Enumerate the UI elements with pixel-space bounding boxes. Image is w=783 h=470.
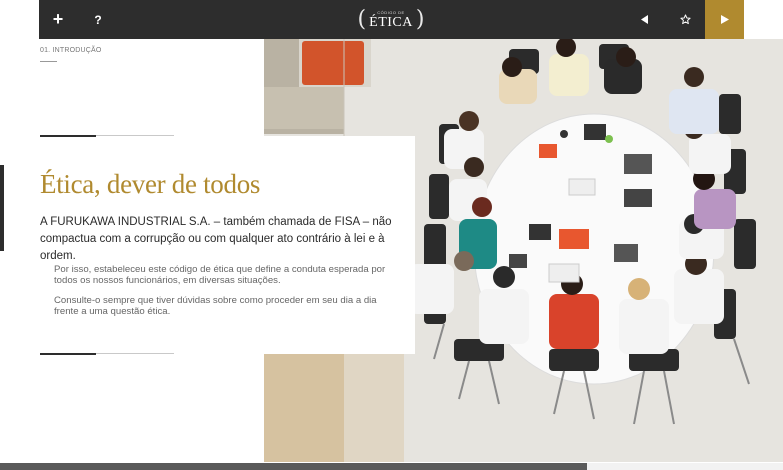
logo-paren-close: ) — [415, 7, 425, 32]
next-arrow-icon — [720, 15, 729, 24]
prev-arrow-icon — [641, 15, 648, 24]
left-accent-bar — [0, 165, 4, 251]
help-icon: ? — [94, 12, 102, 27]
breadcrumb-underline — [40, 61, 57, 62]
menu-plus-button[interactable]: + — [39, 0, 77, 39]
page-title: Ética, dever de todos — [40, 169, 261, 199]
logo-title: ÉTICA — [369, 15, 413, 30]
logo-paren-open: ( — [357, 7, 367, 32]
card-bottom-rule — [40, 353, 174, 355]
star-icon — [679, 14, 691, 25]
previous-page-button[interactable] — [626, 0, 664, 39]
breadcrumb: 01. INTRODUÇÃO — [40, 47, 102, 54]
intro-card: Ética, dever de todos A FURUKAWA INDUSTR… — [40, 135, 415, 355]
progress-bar-fill — [0, 463, 588, 470]
next-page-button[interactable] — [705, 0, 744, 39]
body-paragraph-1: Por isso, estabeleceu este código de éti… — [54, 264, 386, 286]
card-top-rule — [40, 135, 174, 137]
app-logo: ( CÓDIGO DE ÉTICA ) — [358, 6, 425, 34]
help-button[interactable]: ? — [79, 0, 117, 39]
top-bar: + ? ( CÓDIGO DE ÉTICA ) — [39, 0, 744, 39]
lead-paragraph: A FURUKAWA INDUSTRIAL S.A. – também cham… — [40, 216, 392, 262]
progress-bar — [0, 463, 783, 470]
body-paragraph-2: Consulte-o sempre que tiver dúvidas sobr… — [54, 295, 377, 317]
favorite-button[interactable] — [666, 0, 704, 39]
plus-icon: + — [52, 9, 64, 29]
